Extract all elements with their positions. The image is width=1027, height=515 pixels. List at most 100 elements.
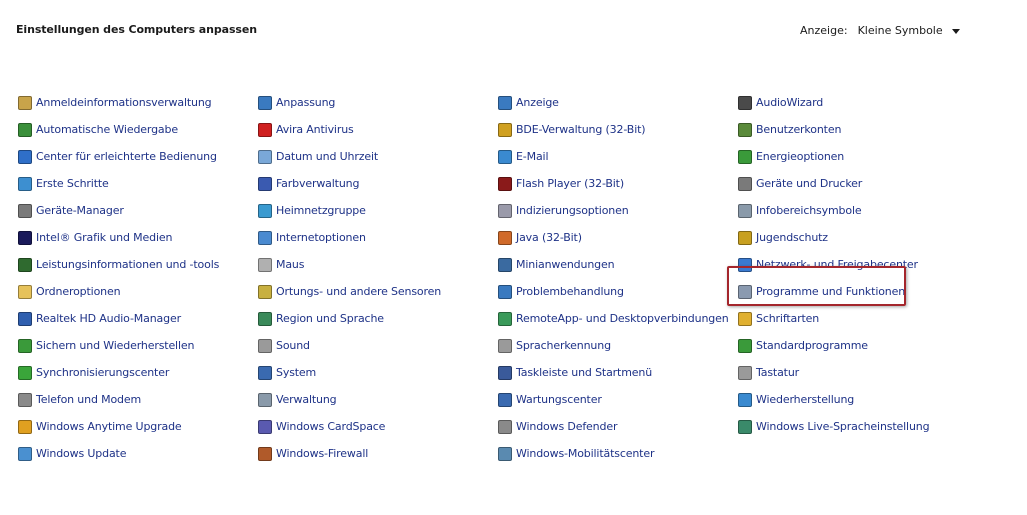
control-panel-item[interactable]: Ordneroptionen [18,278,219,305]
control-panel-item[interactable]: Intel® Grafik und Medien [18,224,219,251]
control-panel-item-label: Leistungsinformationen und -tools [36,258,220,271]
internet-options-icon [258,230,272,245]
control-panel-item[interactable]: Automatische Wiedergabe [18,116,219,143]
control-panel-item[interactable]: System [258,359,441,386]
view-selector[interactable]: Anzeige: Kleine Symbole [800,24,960,37]
control-panel-item[interactable]: Center für erleichterte Bedienung [18,143,219,170]
control-panel-item[interactable]: Windows Defender [498,413,729,440]
accessibility-icon [18,149,32,164]
backup-icon [18,338,32,353]
keyboard-icon [738,365,752,380]
control-panel-item[interactable]: Sound [258,332,441,359]
control-panel-item[interactable]: Benutzerkonten [738,116,929,143]
control-panel-item[interactable]: Wartungscenter [498,386,729,413]
display-icon [498,95,512,110]
control-panel-item[interactable]: Sichern und Wiederherstellen [18,332,219,359]
control-panel-item[interactable]: Windows Update [18,440,219,467]
control-panel-item[interactable]: Internetoptionen [258,224,441,251]
control-panel-item[interactable]: Windows Anytime Upgrade [18,413,219,440]
control-panel-item-label: Energieoptionen [756,150,845,163]
control-panel-item[interactable]: Taskleiste und Startmenü [498,359,729,386]
parental-controls-icon [738,230,752,245]
control-panel-item[interactable]: Java (32-Bit) [498,224,729,251]
control-panel-item[interactable]: Synchronisierungscenter [18,359,219,386]
control-panel-item[interactable]: Programme und Funktionen [738,278,929,305]
mouse-icon [258,257,272,272]
control-panel-item[interactable]: Heimnetzgruppe [258,197,441,224]
control-panel-item[interactable]: E-Mail [498,143,729,170]
control-panel-item[interactable]: Datum und Uhrzeit [258,143,441,170]
control-panel-item-label: Anpassung [276,96,336,109]
control-panel-item[interactable]: Geräte-Manager [18,197,219,224]
control-panel-item[interactable]: Windows-Mobilitätscenter [498,440,729,467]
control-panel-item[interactable]: Geräte und Drucker [738,170,929,197]
performance-icon [18,257,32,272]
control-panel-item-label: Automatische Wiedergabe [36,123,178,136]
control-panel-item[interactable]: Netzwerk- und Freigabecenter [738,251,929,278]
control-panel-item[interactable]: Ortungs- und andere Sensoren [258,278,441,305]
control-panel-item[interactable]: Indizierungsoptionen [498,197,729,224]
control-panel-item[interactable]: Verwaltung [258,386,441,413]
java-icon [498,230,512,245]
control-panel-item[interactable]: AudioWizard [738,89,929,116]
control-panel-item[interactable]: Tastatur [738,359,929,386]
user-accounts-icon [738,122,752,137]
control-panel-item[interactable]: Schriftarten [738,305,929,332]
flash-icon [498,176,512,191]
default-programs-icon [738,338,752,353]
control-panel-item[interactable]: Infobereichsymbole [738,197,929,224]
control-panel-item-label: Synchronisierungscenter [36,366,170,379]
control-panel-item[interactable]: Avira Antivirus [258,116,441,143]
control-panel-item-label: Farbverwaltung [276,177,360,190]
control-panel-item-label: Problembehandlung [516,285,624,298]
control-panel-item[interactable]: Wiederherstellung [738,386,929,413]
control-panel-item[interactable]: Erste Schritte [18,170,219,197]
control-panel-item-label: Sound [276,339,310,352]
control-panel-item[interactable]: Minianwendungen [498,251,729,278]
control-panel-item-label: Indizierungsoptionen [516,204,629,217]
control-panel-item[interactable]: Anzeige [498,89,729,116]
credential-icon [18,95,32,110]
control-panel-item-label: Geräte-Manager [36,204,124,217]
control-panel-item[interactable]: Region und Sprache [258,305,441,332]
control-panel-item[interactable]: Anpassung [258,89,441,116]
control-panel-item[interactable]: Leistungsinformationen und -tools [18,251,219,278]
control-panel-item[interactable]: Flash Player (32-Bit) [498,170,729,197]
dropdown-arrow-icon[interactable] [951,28,960,34]
control-panel-item[interactable]: Problembehandlung [498,278,729,305]
control-panel-item[interactable]: RemoteApp- und Desktopverbindungen [498,305,729,332]
control-panel-item[interactable]: Maus [258,251,441,278]
control-panel-item[interactable]: Jugendschutz [738,224,929,251]
control-panel-item-label: Wiederherstellung [756,393,855,406]
column-3: Anzeige BDE-Verwaltung (32-Bit) E-Mail Flas… [498,89,729,467]
control-panel-item-label: Windows Live-Spracheinstellung [756,420,930,433]
control-panel-item[interactable]: BDE-Verwaltung (32-Bit) [498,116,729,143]
control-panel-item-label: Internetoptionen [276,231,366,244]
control-panel-item[interactable]: Windows-Firewall [258,440,441,467]
control-panel-item-label: Geräte und Drucker [756,177,863,190]
mobility-center-icon [498,446,512,461]
control-panel-item[interactable]: Telefon und Modem [18,386,219,413]
windows-upgrade-icon [18,419,32,434]
getting-started-icon [18,176,32,191]
column-4: AudioWizard Benutzerkonten Energieoptionen… [738,89,930,440]
control-panel-item[interactable]: Windows Live-Spracheinstellung [738,413,930,440]
taskbar-icon [498,365,512,380]
control-panel-item-label: System [276,366,317,379]
control-panel-item[interactable]: Windows CardSpace [258,413,441,440]
control-panel-item-label: Realtek HD Audio-Manager [36,312,181,325]
control-panel-item[interactable]: Energieoptionen [738,143,929,170]
autoplay-icon [18,122,32,137]
control-panel-item[interactable]: Standardprogramme [738,332,929,359]
view-value[interactable]: Kleine Symbole [858,24,943,37]
control-panel-item[interactable]: Farbverwaltung [258,170,441,197]
control-panel-item[interactable]: Anmeldeinformationsverwaltung [18,89,219,116]
column-2: Anpassung Avira Antivirus Datum und Uhrzei… [258,89,441,467]
sound-icon [258,338,272,353]
power-options-icon [738,149,752,164]
control-panel-item-label: Wartungscenter [516,393,602,406]
control-panel-item[interactable]: Spracherkennung [498,332,729,359]
control-panel-item-label: AudioWizard [756,96,824,109]
color-management-icon [258,176,272,191]
control-panel-item[interactable]: Realtek HD Audio-Manager [18,305,219,332]
